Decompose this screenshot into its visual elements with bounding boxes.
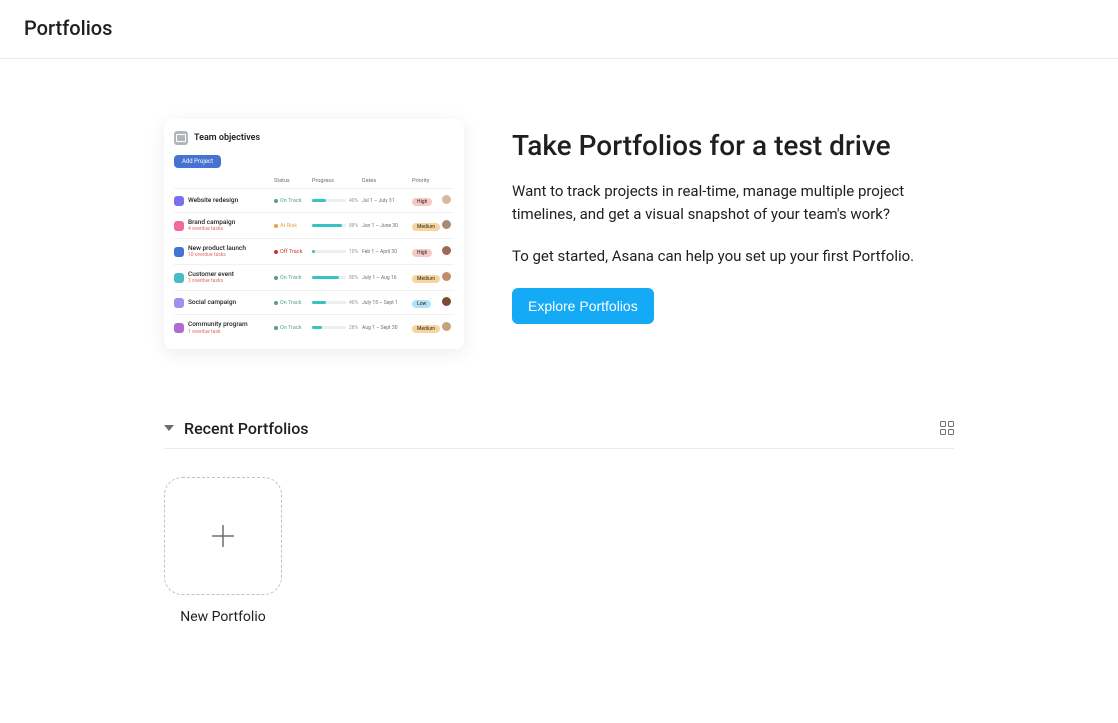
hero-paragraph-2: To get started, Asana can help you set u… xyxy=(512,245,954,268)
recent-portfolios-heading: Recent Portfolios xyxy=(184,419,309,438)
preview-row: Brand campaign4 overdue tasksAt Risk88%J… xyxy=(174,212,454,238)
preview-row: New product launch10 overdue tasksOff Tr… xyxy=(174,238,454,264)
grid-view-icon[interactable] xyxy=(940,421,954,435)
preview-add-project-button: Add Project xyxy=(174,155,221,168)
portfolio-icon xyxy=(174,131,188,145)
new-portfolio-card[interactable]: New Portfolio xyxy=(164,477,282,625)
hero-paragraph-1: Want to track projects in real-time, man… xyxy=(512,180,954,225)
preview-row: Website redesignOn Track40%Jul 1 – July … xyxy=(174,188,454,212)
explore-portfolios-button[interactable]: Explore Portfolios xyxy=(512,288,654,324)
new-portfolio-label: New Portfolio xyxy=(164,609,282,625)
preview-title: Team objectives xyxy=(194,133,260,143)
chevron-down-icon xyxy=(164,425,174,431)
portfolio-preview-illustration: Team objectives Add Project Status Progr… xyxy=(164,119,464,349)
page-title: Portfolios xyxy=(24,16,1094,40)
hero-heading: Take Portfolios for a test drive xyxy=(512,129,954,162)
preview-column-headers: Status Progress Dates Priority xyxy=(174,174,454,188)
preview-row: Community program1 overdue taskOn Track2… xyxy=(174,314,454,340)
preview-row: Customer event3 overdue tasksOn Track80%… xyxy=(174,264,454,290)
plus-icon xyxy=(208,521,238,551)
preview-row: Social campaignOn Track40%July 15 – Sept… xyxy=(174,290,454,314)
recent-portfolios-toggle[interactable]: Recent Portfolios xyxy=(164,419,309,438)
